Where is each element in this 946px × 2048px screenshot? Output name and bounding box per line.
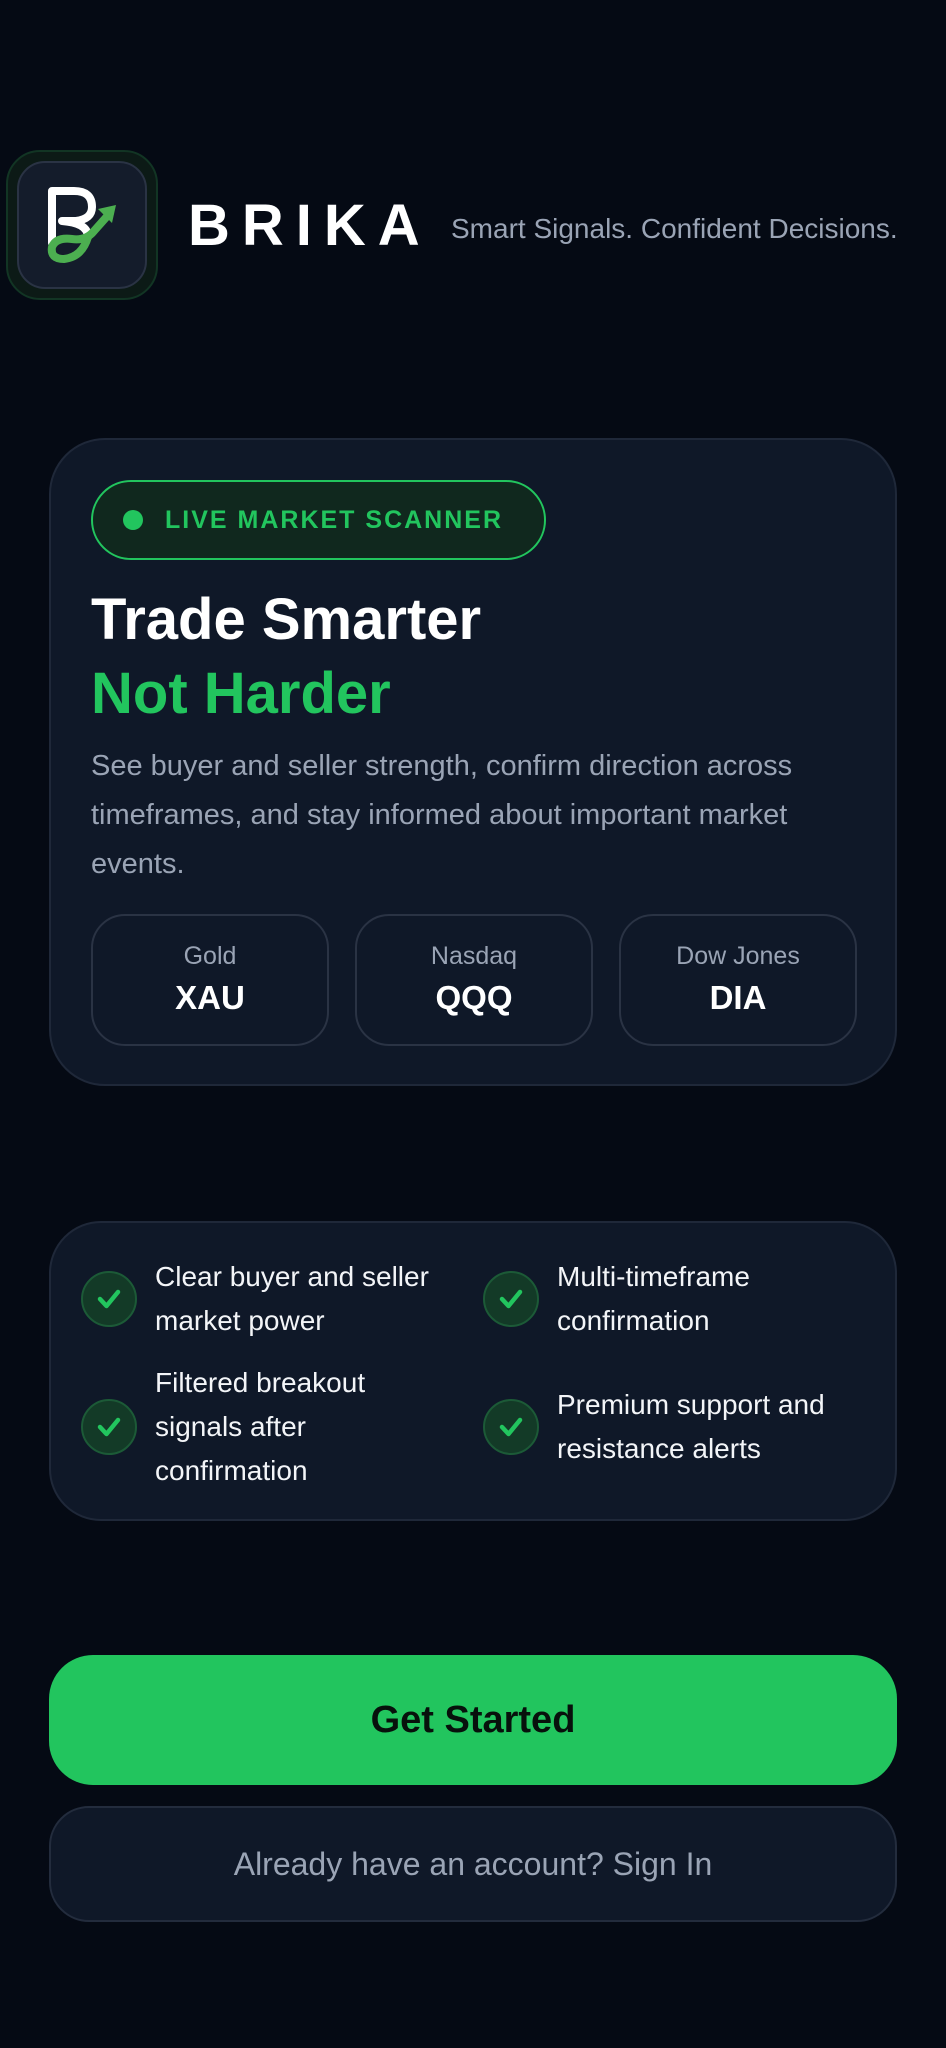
market-ticker: QQQ (435, 979, 513, 1016)
live-scanner-badge: LIVE MARKET SCANNER (91, 480, 546, 560)
check-icon (483, 1271, 539, 1327)
brand-name: BRIKA (188, 193, 432, 258)
market-ticker: DIA (709, 979, 767, 1016)
get-started-button[interactable]: Get Started (49, 1655, 897, 1785)
market-name: Dow Jones (676, 942, 800, 970)
market-card-gold[interactable]: Gold XAU (91, 914, 329, 1046)
live-dot-icon (123, 510, 143, 530)
market-card-dow-jones[interactable]: Dow Jones DIA (619, 914, 857, 1046)
hero-card: LIVE MARKET SCANNER Trade Smarter Not Ha… (49, 438, 897, 1086)
welcome-screen: BRIKA Smart Signals. Confident Decisions… (0, 0, 946, 2048)
check-icon (483, 1399, 539, 1455)
app-logo (6, 150, 158, 300)
brika-logo-icon (47, 187, 116, 263)
market-card-nasdaq[interactable]: Nasdaq QQQ (355, 914, 593, 1046)
feature-text: Clear buyer and seller market power (155, 1261, 429, 1336)
feature-item: Multi-timeframe confirmation (483, 1255, 887, 1343)
feature-text: Filtered breakout signals after confirma… (155, 1367, 366, 1486)
check-icon (81, 1271, 137, 1327)
feature-text: Multi-timeframe confirmation (557, 1261, 750, 1336)
hero-description: See buyer and seller strength, confirm d… (91, 750, 793, 880)
feature-text: Premium support and resistance alerts (557, 1389, 825, 1464)
features-card: Clear buyer and seller market power Mult… (49, 1221, 897, 1521)
headline-primary: Trade Smarter (91, 587, 482, 652)
logo-inner-tile (17, 161, 147, 289)
market-name: Nasdaq (430, 942, 518, 970)
sign-in-button[interactable]: Already have an account? Sign In (49, 1806, 897, 1922)
brand-tagline: Smart Signals. Confident Decisions. (451, 213, 898, 244)
feature-item: Premium support and resistance alerts (483, 1383, 887, 1471)
check-icon (81, 1399, 137, 1455)
live-scanner-label: LIVE MARKET SCANNER (165, 505, 504, 534)
feature-item: Clear buyer and seller market power (81, 1255, 455, 1343)
market-ticker: XAU (175, 979, 245, 1016)
market-name: Gold (183, 942, 237, 970)
feature-item: Filtered breakout signals after confirma… (81, 1361, 455, 1493)
market-list: Gold XAU Nasdaq QQQ Dow Jones DIA (91, 914, 857, 1046)
headline-accent: Not Harder (91, 661, 391, 726)
